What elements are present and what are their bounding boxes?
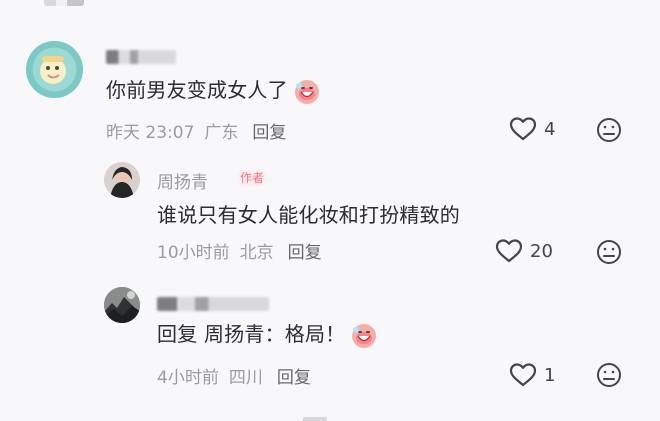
comment-location: 广东 <box>204 123 239 143</box>
comment-text: 回复 周扬青：格局！ <box>157 321 377 349</box>
like-button[interactable]: 20 <box>494 239 553 263</box>
comment-text: 谁说只有女人能化妆和打扮精致的 <box>157 203 460 227</box>
reply-button[interactable]: 回复 <box>288 243 322 263</box>
comment-meta: 昨天 23:07 广东 回复 <box>106 118 296 143</box>
heart-icon <box>494 239 524 263</box>
reply-button[interactable]: 回复 <box>252 123 286 143</box>
dislike-face-icon[interactable] <box>595 361 623 389</box>
comment-location: 北京 <box>239 243 274 263</box>
blurred-username <box>157 297 269 311</box>
author-avatar[interactable] <box>104 162 140 198</box>
comment-time: 昨天 23:07 <box>106 123 195 143</box>
author-badge: 作者 <box>237 170 268 186</box>
user-avatar[interactable] <box>104 287 140 323</box>
heart-icon <box>508 117 538 141</box>
like-count: 20 <box>530 240 553 262</box>
user-avatar[interactable] <box>26 41 83 98</box>
comment-3: 回复 周扬青：格局！ 4小时前 四川 回复 1 <box>0 275 660 421</box>
blurred-username <box>106 50 176 64</box>
comment-location: 四川 <box>228 368 263 388</box>
comment-text: 你前男友变成女人了 <box>106 77 320 105</box>
laughing-emoji-icon <box>351 323 377 349</box>
bottom-cut-content-fragment <box>303 417 327 421</box>
reply-content: 周扬青：格局！ <box>203 322 346 346</box>
reply-button[interactable]: 回复 <box>277 368 311 388</box>
like-button[interactable]: 4 <box>508 117 555 141</box>
heart-icon <box>508 363 538 387</box>
comment-1: 你前男友变成女人了 昨天 23:07 广东 回复 4 <box>0 0 660 150</box>
comment-thread-screen: 你前男友变成女人了 昨天 23:07 广东 回复 4 周扬青 作者 谁说只有女人… <box>0 0 660 421</box>
comment-2: 周扬青 作者 谁说只有女人能化妆和打扮精致的 10小时前 北京 回复 20 <box>0 150 660 275</box>
dislike-face-icon[interactable] <box>595 116 623 144</box>
comment-content: 你前男友变成女人了 <box>106 78 288 102</box>
like-count: 1 <box>544 364 556 386</box>
dislike-face-icon[interactable] <box>595 238 623 266</box>
comment-meta: 10小时前 北京 回复 <box>157 238 332 263</box>
author-name[interactable]: 周扬青 <box>157 168 208 193</box>
like-button[interactable]: 1 <box>508 363 555 387</box>
laughing-emoji-icon <box>294 79 320 105</box>
comment-time: 10小时前 <box>157 243 230 263</box>
like-count: 4 <box>544 118 556 140</box>
comment-meta: 4小时前 四川 回复 <box>157 363 321 388</box>
comment-time: 4小时前 <box>157 368 219 388</box>
reply-prefix: 回复 <box>157 322 198 346</box>
